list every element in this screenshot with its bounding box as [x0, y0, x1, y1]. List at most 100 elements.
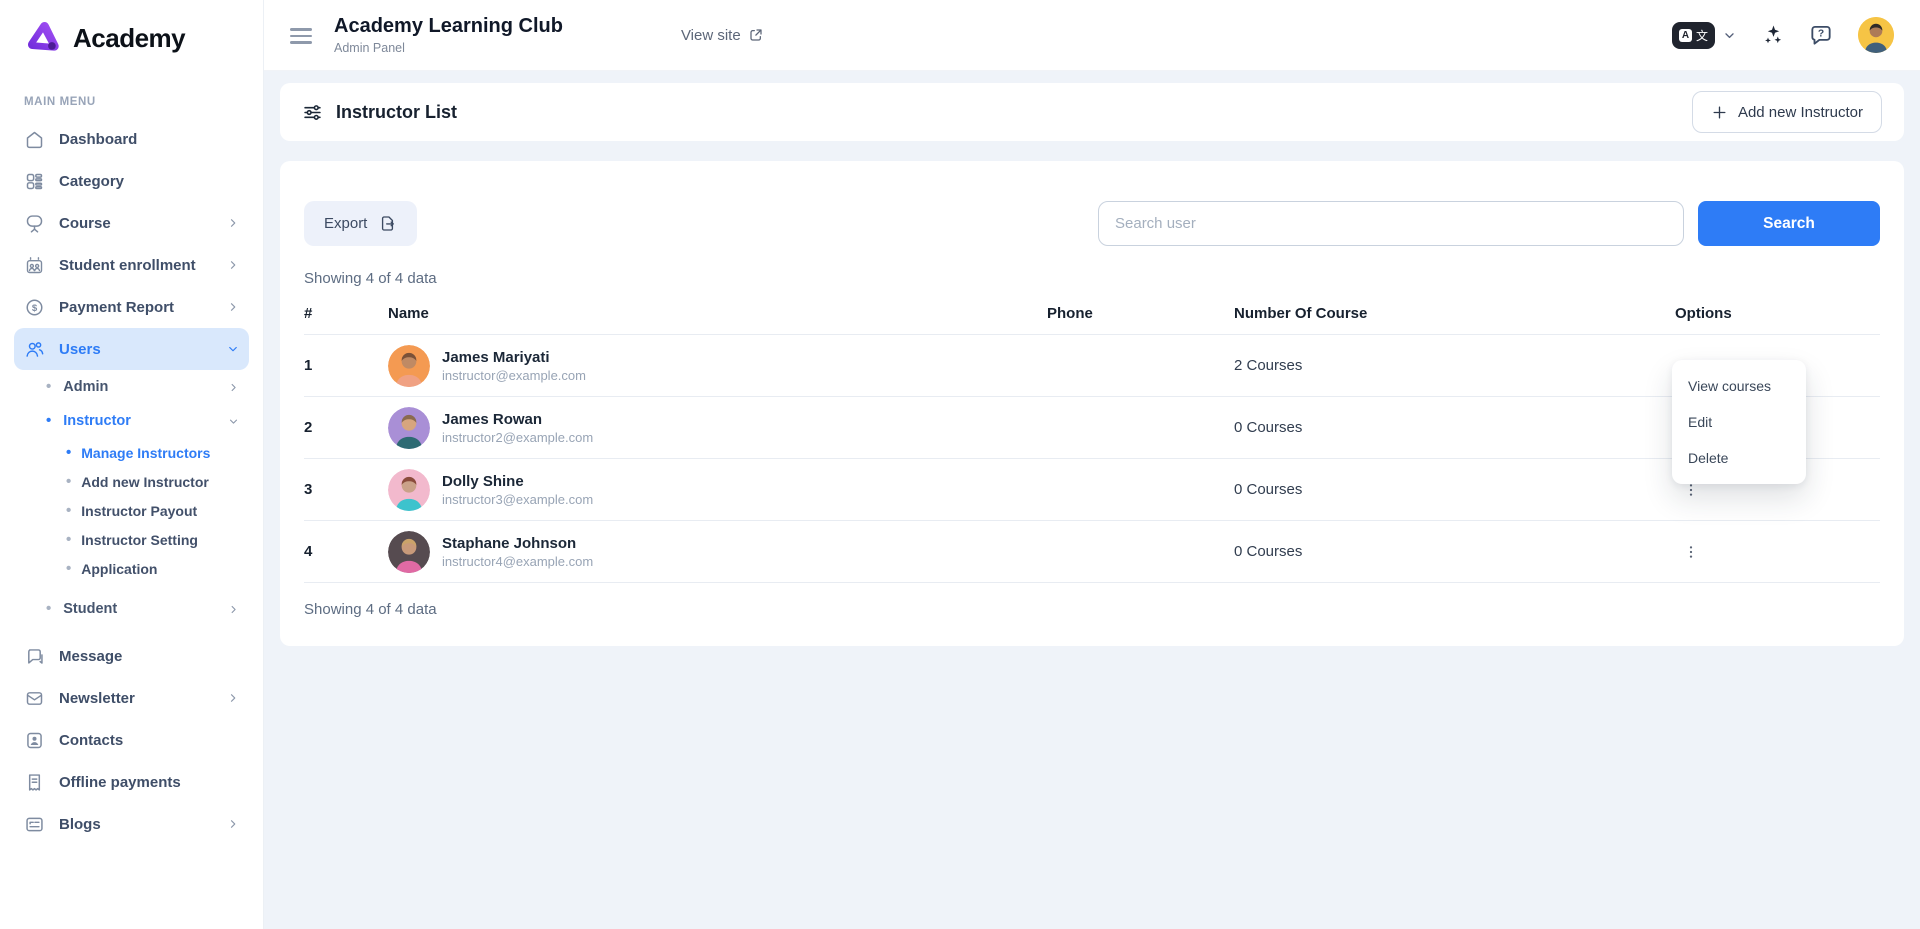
instructor-email: instructor4@example.com: [442, 554, 593, 569]
search-button[interactable]: Search: [1698, 201, 1880, 246]
sidebar-item-application[interactable]: • Application: [14, 554, 249, 583]
column-header-name: Name: [388, 305, 1047, 322]
instructor-avatar: [388, 469, 430, 511]
chevron-down-icon: [1723, 29, 1736, 42]
translate-icon: A文: [1672, 22, 1715, 49]
instructor-name: Dolly Shine: [442, 473, 593, 490]
sidebar-item-add-new-instructor[interactable]: • Add new Instructor: [14, 467, 249, 496]
main-content: Instructor List Add new Instructor Expor…: [264, 71, 1920, 929]
add-new-instructor-label: Add new Instructor: [1738, 104, 1863, 121]
column-header-options: Options: [1675, 305, 1880, 322]
sidebar-item-manage-instructors[interactable]: • Manage Instructors: [14, 438, 249, 467]
row-index: 4: [304, 543, 388, 560]
bullet-icon: •: [46, 416, 51, 426]
bullet-icon: •: [66, 506, 71, 516]
bullet-icon: •: [66, 535, 71, 545]
table-row: 4 Staphane Johnson instructor4@example.c…: [304, 521, 1880, 583]
sidebar-item-student-enrollment[interactable]: Student enrollment: [14, 244, 249, 286]
chevron-right-icon: [227, 301, 239, 313]
instructor-email: instructor2@example.com: [442, 430, 593, 445]
student-enrollment-icon: [24, 255, 45, 276]
sidebar-item-instructor-setting[interactable]: • Instructor Setting: [14, 525, 249, 554]
language-selector[interactable]: A文: [1672, 22, 1736, 49]
page-title-bar: Instructor List Add new Instructor: [280, 83, 1904, 141]
chevron-down-icon: [228, 416, 239, 427]
sidebar-item-label: Instructor Setting: [81, 532, 198, 548]
column-header-courses: Number Of Course: [1234, 305, 1675, 322]
sidebar-item-blogs[interactable]: Blogs: [14, 803, 249, 845]
row-options-menu: View courses Edit Delete: [1672, 360, 1806, 484]
view-site-link[interactable]: View site: [681, 27, 764, 44]
table-row: 2 James Rowan instructor2@example.com: [304, 397, 1880, 459]
sidebar-item-category[interactable]: Category: [14, 160, 249, 202]
sidebar-item-label: Instructor Payout: [81, 503, 197, 519]
instructor-avatar: [388, 407, 430, 449]
add-new-instructor-button[interactable]: Add new Instructor: [1692, 91, 1882, 133]
sidebar-item-instructor-payout[interactable]: • Instructor Payout: [14, 496, 249, 525]
instructor-courses: 0 Courses: [1234, 419, 1675, 436]
column-header-index: #: [304, 305, 388, 322]
export-file-icon: [378, 214, 397, 233]
export-button[interactable]: Export: [304, 201, 417, 246]
row-options-kebab-icon[interactable]: [1677, 538, 1705, 566]
top-bar: Academy Learning Club Admin Panel View s…: [264, 0, 1920, 71]
blogs-icon: [24, 814, 45, 835]
sidebar-item-label: Blogs: [59, 816, 101, 833]
instructor-name: James Mariyati: [442, 349, 586, 366]
offline-payments-icon: [24, 772, 45, 793]
chevron-down-icon: [227, 343, 239, 355]
sidebar-item-contacts[interactable]: Contacts: [14, 719, 249, 761]
sidebar-item-label: Users: [59, 341, 101, 358]
sidebar-item-label: Offline payments: [59, 774, 181, 791]
result-count-bottom: Showing 4 of 4 data: [304, 601, 1880, 618]
svg-text:?: ?: [1818, 29, 1824, 40]
sidebar-item-student[interactable]: • Student: [14, 592, 249, 626]
sidebar-section-label: MAIN MENU: [24, 96, 239, 108]
sidebar-item-payment-report[interactable]: $ Payment Report: [14, 286, 249, 328]
instructor-email: instructor3@example.com: [442, 492, 593, 507]
instructor-avatar: [388, 531, 430, 573]
sidebar-item-admin[interactable]: • Admin: [14, 370, 249, 404]
bullet-icon: •: [46, 382, 51, 392]
sidebar-item-message[interactable]: Message: [14, 635, 249, 677]
sidebar-item-label: Message: [59, 648, 122, 665]
contacts-icon: [24, 730, 45, 751]
row-index: 3: [304, 481, 388, 498]
sidebar: Academy MAIN MENU Dashboard Category Cou…: [0, 0, 264, 929]
row-index: 2: [304, 419, 388, 436]
sparkles-button[interactable]: [1760, 23, 1784, 47]
sidebar-item-label: Add new Instructor: [81, 474, 209, 490]
search-input[interactable]: [1098, 201, 1684, 246]
menu-item-view-courses[interactable]: View courses: [1672, 368, 1806, 404]
sidebar-item-instructor[interactable]: • Instructor: [14, 404, 249, 438]
sidebar-item-label: Student: [63, 601, 117, 617]
payment-dollar-icon: $: [24, 297, 45, 318]
view-site-label: View site: [681, 27, 741, 44]
menu-item-edit[interactable]: Edit: [1672, 404, 1806, 440]
users-icon: [24, 339, 45, 360]
instructor-courses: 2 Courses: [1234, 357, 1675, 374]
hamburger-icon[interactable]: [290, 24, 312, 48]
sidebar-item-label: Student enrollment: [59, 257, 196, 274]
sidebar-item-newsletter[interactable]: Newsletter: [14, 677, 249, 719]
sidebar-item-course[interactable]: Course: [14, 202, 249, 244]
brand-logo[interactable]: Academy: [14, 16, 249, 60]
sidebar-item-dashboard[interactable]: Dashboard: [14, 118, 249, 160]
instructor-courses: 0 Courses: [1234, 481, 1675, 498]
chevron-right-icon: [227, 692, 239, 704]
help-chat-icon: ?: [1808, 22, 1834, 48]
instructor-avatar: [388, 345, 430, 387]
bullet-icon: •: [66, 448, 71, 458]
instructor-email: instructor@example.com: [442, 368, 586, 383]
table-row: 3 Dolly Shine instructor3@example.com: [304, 459, 1880, 521]
help-button[interactable]: ?: [1808, 22, 1834, 48]
home-icon: [24, 129, 45, 150]
sidebar-item-label: Course: [59, 215, 111, 232]
user-avatar[interactable]: [1858, 17, 1894, 53]
column-header-phone: Phone: [1047, 305, 1234, 322]
sidebar-item-offline-payments[interactable]: Offline payments: [14, 761, 249, 803]
menu-item-delete[interactable]: Delete: [1672, 440, 1806, 476]
export-label: Export: [324, 215, 367, 232]
sidebar-item-users[interactable]: Users: [14, 328, 249, 370]
instructor-table: # Name Phone Number Of Course Options 1: [304, 293, 1880, 583]
